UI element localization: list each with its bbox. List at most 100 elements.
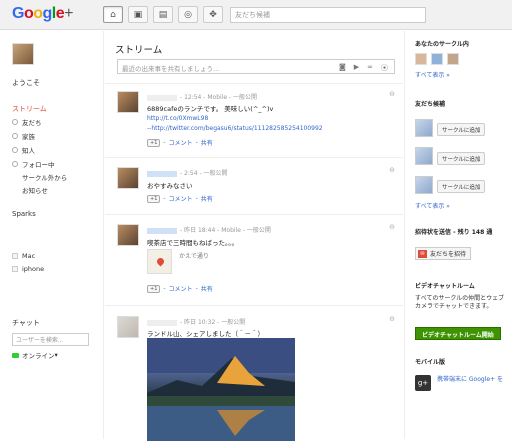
comment-link[interactable]: コメント [169,194,193,203]
author-name[interactable] [147,319,177,326]
left-sidebar: ようこそ ストリーム 友だち 家族 知人 フォロー中 サークル外から お知らせ … [0,31,104,439]
invite-friends-button[interactable]: ✉ 友だちを招待 [415,247,472,260]
circle-radio-icon [12,147,18,153]
circles-nav-button[interactable]: ◎ [178,6,198,23]
home-nav-button[interactable]: ⌂ [103,6,123,23]
link-icon[interactable]: ∞ [367,63,373,73]
profile-nav-button[interactable]: ▤ [153,6,173,23]
sidebar-item-friends[interactable]: 友だち [12,117,42,127]
welcome-link[interactable]: ようこそ [12,78,40,88]
map-thumbnail[interactable] [147,249,172,274]
post-link[interactable]: http://t.co/0XmwL98 [147,115,208,122]
show-all-link[interactable]: すべて表示 » [415,201,450,210]
sidebar-item-family[interactable]: 家族 [12,131,35,141]
mail-icon: ✉ [418,249,427,258]
post-text: 6889cafeのランチです。 美味しい(^_^)v [147,105,274,113]
location-icon[interactable]: ⦿ [381,63,388,73]
camera-icon[interactable]: ◙ [339,63,346,73]
invite-title: 招待状を送信 - 残り 148 通 [415,229,493,236]
add-to-circle-button[interactable]: サークルに追加 [437,123,486,136]
stream-main: ストリーム 最近の出来事を共有しましょう... ◙ ▶ ∞ ⦿ - 12:54 … [105,31,403,441]
games-nav-button[interactable]: ✥ [203,6,223,23]
google-plus-mobile-icon: g+ [415,375,431,391]
circle-radio-icon [12,119,18,125]
share-link[interactable]: 共有 [201,284,213,293]
profile-avatar[interactable] [12,43,34,65]
mobile-link[interactable]: 携帯端末に Google+ を [437,376,507,384]
mobile-title: モバイル版 [415,359,446,366]
video-icon[interactable]: ▶ [354,63,359,73]
sparks-title[interactable]: Sparks [12,210,36,218]
suggestion-avatar[interactable] [415,147,433,165]
suggestions-title: 友だち候補 [415,101,446,108]
map-location-label[interactable]: かえで通り [179,251,209,260]
sidebar-item-acquaintances[interactable]: 知人 [12,145,35,155]
post-menu-icon[interactable]: ⊖ [389,223,395,231]
profile-icon: ▤ [158,9,168,20]
top-bar: Google+ ⌂ ▣ ▤ ◎ ✥ 友だち候補 [0,0,512,30]
sparks-item-mac[interactable]: Mac [12,252,35,260]
webcam-status-icon [12,352,19,358]
chat-title: チャット [12,319,40,327]
post-meta: - 昨日 10:32 - 一般公開 [147,317,245,326]
right-sidebar: あなたのサークル内 すべて表示 » 友だち候補 サークルに追加 サークルに追加 … [404,31,512,439]
sidebar-item-following[interactable]: フォロー中 [12,159,55,169]
sidebar-item-notifications[interactable]: お知らせ [22,185,48,195]
spark-icon [12,266,18,272]
suggestion-avatar[interactable] [415,119,433,137]
post-meta: - 昨日 18:44 - Mobile - 一般公開 [147,225,271,234]
comment-link[interactable]: コメント [169,138,193,147]
comment-link[interactable]: コメント [169,284,193,293]
post-avatar[interactable] [117,316,139,338]
author-name[interactable] [147,94,177,101]
post-avatar[interactable] [117,167,139,189]
post-menu-icon[interactable]: ⊖ [389,90,395,98]
post-text: 喫茶店で三時間もねばった。。。 [147,239,238,247]
circle-member-avatar[interactable] [447,53,459,65]
sidebar-item-stream[interactable]: ストリーム [12,104,47,114]
plusone-button[interactable]: +1 [147,138,161,147]
post-meta: - 12:54 - Mobile - 一般公開 [147,92,257,101]
share-link[interactable]: 共有 [201,138,213,147]
circles-icon: ◎ [184,9,192,20]
share-link[interactable]: 共有 [201,194,213,203]
map-pin-icon [155,256,166,267]
share-box[interactable]: 最近の出来事を共有しましょう... ◙ ▶ ∞ ⦿ [117,59,395,74]
post-actions: +1- コメント - 共有 [147,284,213,293]
photo-icon: ▣ [133,9,143,20]
in-circles-title: あなたのサークル内 [415,41,469,48]
spark-icon [12,253,18,259]
start-hangout-button[interactable]: ビデオチャットルーム開始 [415,327,501,340]
post-menu-icon[interactable]: ⊖ [389,166,395,174]
show-all-link[interactable]: すべて表示 » [415,70,450,79]
circle-radio-icon [12,133,18,139]
google-plus-logo[interactable]: Google+ [12,5,73,23]
post-avatar[interactable] [117,91,139,113]
circle-member-avatar[interactable] [415,53,427,65]
add-to-circle-button[interactable]: サークルに追加 [437,152,486,165]
mountain-photo [147,338,295,441]
suggestion-avatar[interactable] [415,176,433,194]
author-name[interactable] [147,170,177,177]
page-title: ストリーム [115,45,163,56]
post-photo[interactable] [147,338,295,441]
sidebar-item-incoming[interactable]: サークル外から [22,172,67,182]
chat-search-input[interactable]: ユーザーを検索... [12,333,89,346]
search-input[interactable]: 友だち候補 [230,7,426,23]
post-link[interactable]: --http://twitter.com/begasu6/status/1112… [147,125,323,132]
video-chat-title: ビデオチャットルーム [415,283,475,290]
author-name[interactable] [147,227,177,234]
post-actions: +1- コメント - 共有 [147,138,213,147]
circle-radio-icon [12,161,18,167]
chat-status[interactable]: オンライン ▾ [12,350,58,360]
post-menu-icon[interactable]: ⊖ [389,315,395,323]
photos-nav-button[interactable]: ▣ [128,6,148,23]
circle-member-avatar[interactable] [431,53,443,65]
post-meta: - 2:54 - 一般公開 [147,168,228,177]
plusone-button[interactable]: +1 [147,194,161,203]
add-to-circle-button[interactable]: サークルに追加 [437,180,486,193]
plusone-button[interactable]: +1 [147,284,161,293]
sparks-item-iphone[interactable]: iphone [12,265,44,273]
games-icon: ✥ [209,9,217,20]
post-avatar[interactable] [117,224,139,246]
